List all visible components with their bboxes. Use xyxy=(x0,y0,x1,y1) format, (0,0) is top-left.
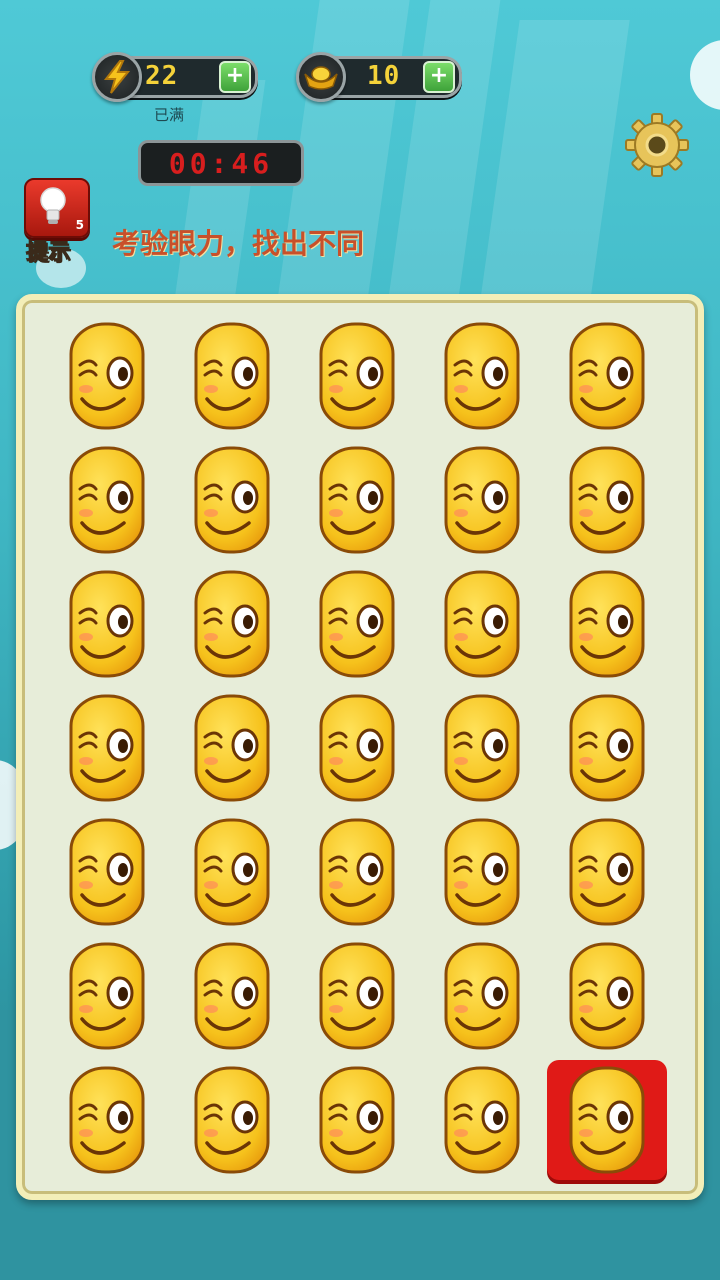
hint-button[interactable]: 5 xyxy=(24,178,90,238)
background-building xyxy=(480,20,630,300)
winking-smiley-icon xyxy=(568,693,646,803)
face-tile[interactable] xyxy=(297,1060,417,1180)
winking-smiley-icon xyxy=(193,321,271,431)
face-tile-selected[interactable] xyxy=(547,1060,667,1180)
winking-smiley-icon xyxy=(68,569,146,679)
face-tile[interactable] xyxy=(47,688,167,808)
face-tile[interactable] xyxy=(47,812,167,932)
face-tile[interactable] xyxy=(172,440,292,560)
face-tile[interactable] xyxy=(172,812,292,932)
winking-smiley-icon xyxy=(193,569,271,679)
face-tile[interactable] xyxy=(422,1060,542,1180)
winking-smiley-icon xyxy=(68,445,146,555)
winking-smiley-icon xyxy=(68,817,146,927)
winking-smiley-icon xyxy=(68,693,146,803)
winking-smiley-icon xyxy=(568,445,646,555)
face-tile[interactable] xyxy=(422,564,542,684)
face-tile[interactable] xyxy=(172,936,292,1056)
gold-value: 10 xyxy=(367,61,401,91)
gold-ingot-icon-glyph xyxy=(304,66,338,90)
face-tile[interactable] xyxy=(297,564,417,684)
face-tile[interactable] xyxy=(422,936,542,1056)
face-tile[interactable] xyxy=(547,688,667,808)
winking-smiley-icon xyxy=(193,693,271,803)
winking-smiley-icon xyxy=(568,321,646,431)
face-tile[interactable] xyxy=(422,440,542,560)
add-gold-button[interactable]: + xyxy=(423,61,455,93)
winking-smiley-icon xyxy=(318,817,396,927)
face-tile[interactable] xyxy=(422,316,542,436)
add-energy-button[interactable]: + xyxy=(219,61,251,93)
winking-smiley-icon xyxy=(443,693,521,803)
winking-smiley-icon xyxy=(318,445,396,555)
hint-label: 提示 xyxy=(25,240,71,266)
gold-ingot-icon xyxy=(296,52,346,102)
face-tile[interactable] xyxy=(297,936,417,1056)
winking-smiley-icon xyxy=(193,817,271,927)
gear-icon xyxy=(625,113,689,177)
settings-button[interactable] xyxy=(624,112,690,178)
winking-smiley-icon xyxy=(443,445,521,555)
face-tile[interactable] xyxy=(547,564,667,684)
winking-smiley-icon xyxy=(193,1065,271,1175)
winking-smiley-icon xyxy=(568,1065,646,1175)
face-tile[interactable] xyxy=(547,812,667,932)
face-tile[interactable] xyxy=(422,812,542,932)
game-board xyxy=(16,294,704,1200)
winking-smiley-icon xyxy=(318,1065,396,1175)
face-tile[interactable] xyxy=(547,316,667,436)
face-tile[interactable] xyxy=(172,1060,292,1180)
winking-smiley-icon xyxy=(568,569,646,679)
lightning-icon-glyph xyxy=(103,60,131,94)
face-tile[interactable] xyxy=(47,936,167,1056)
lightning-icon xyxy=(92,52,142,102)
face-tile[interactable] xyxy=(297,812,417,932)
winking-smiley-icon xyxy=(68,941,146,1051)
winking-smiley-icon xyxy=(443,817,521,927)
background-building xyxy=(174,80,266,300)
winking-smiley-icon xyxy=(68,321,146,431)
winking-smiley-icon xyxy=(443,1065,521,1175)
winking-smiley-icon xyxy=(68,1065,146,1175)
face-tile[interactable] xyxy=(172,564,292,684)
face-tile[interactable] xyxy=(422,688,542,808)
countdown-timer: 00:46 xyxy=(138,140,304,186)
face-tile[interactable] xyxy=(47,1060,167,1180)
winking-smiley-icon xyxy=(443,941,521,1051)
face-tile[interactable] xyxy=(172,688,292,808)
winking-smiley-icon xyxy=(193,445,271,555)
energy-status-label: 已满 xyxy=(154,106,185,124)
hint-count: 5 xyxy=(75,218,84,232)
face-tile[interactable] xyxy=(172,316,292,436)
face-tile[interactable] xyxy=(47,564,167,684)
winking-smiley-icon xyxy=(568,941,646,1051)
winking-smiley-icon xyxy=(443,321,521,431)
winking-smiley-icon xyxy=(193,941,271,1051)
winking-smiley-icon xyxy=(318,693,396,803)
face-tile[interactable] xyxy=(297,316,417,436)
energy-value: 22 xyxy=(145,61,179,91)
instruction-text: 考验眼力，找出不同 xyxy=(112,227,365,260)
winking-smiley-icon xyxy=(318,569,396,679)
winking-smiley-icon xyxy=(568,817,646,927)
winking-smiley-icon xyxy=(318,321,396,431)
face-tile[interactable] xyxy=(547,440,667,560)
face-tile[interactable] xyxy=(547,936,667,1056)
face-tile[interactable] xyxy=(47,440,167,560)
winking-smiley-icon xyxy=(443,569,521,679)
face-tile[interactable] xyxy=(297,440,417,560)
winking-smiley-icon xyxy=(318,941,396,1051)
background-cloud xyxy=(690,40,720,110)
face-tile[interactable] xyxy=(297,688,417,808)
face-tile[interactable] xyxy=(47,316,167,436)
